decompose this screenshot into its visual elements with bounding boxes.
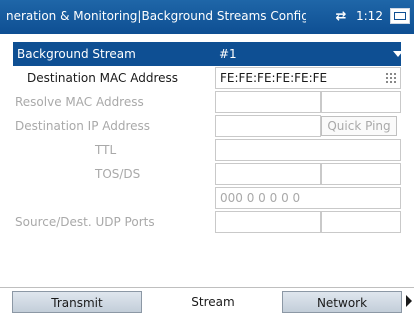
resolve-mac-extra[interactable] bbox=[321, 91, 401, 113]
row-resolve-mac: Resolve MAC Address bbox=[13, 90, 413, 114]
destination-mac-label: Destination MAC Address bbox=[27, 71, 179, 85]
window-title: neration & Monitoring|Background Streams… bbox=[6, 9, 306, 23]
tab-transmit[interactable]: Transmit bbox=[12, 291, 142, 313]
ttl-label: TTL bbox=[95, 143, 117, 157]
destination-ip-label: Destination IP Address bbox=[15, 119, 151, 133]
tab-network[interactable]: Network bbox=[282, 291, 402, 313]
background-stream-value: #1 bbox=[219, 47, 237, 61]
tos-ds-extra[interactable] bbox=[321, 163, 401, 185]
resolve-mac-label: Resolve MAC Address bbox=[15, 95, 144, 109]
destination-mac-field[interactable]: FE:FE:FE:FE:FE:FE bbox=[215, 67, 401, 89]
row-destination-ip: Destination IP Address Quick Ping bbox=[13, 114, 413, 138]
screen-icon[interactable] bbox=[390, 8, 410, 24]
clock: 1:12 bbox=[356, 9, 383, 23]
tab-stream[interactable]: Stream bbox=[150, 291, 276, 313]
ttl-field[interactable] bbox=[215, 139, 401, 161]
tab-bar: Transmit Stream Network bbox=[0, 287, 414, 315]
background-stream-selector[interactable]: Background Stream #1 bbox=[13, 42, 403, 66]
tos-bits-field[interactable]: 000 0 0 0 0 0 bbox=[215, 187, 401, 209]
resolve-mac-field[interactable] bbox=[215, 91, 321, 113]
background-stream-label: Background Stream bbox=[17, 47, 136, 61]
destination-ip-field[interactable] bbox=[215, 115, 321, 137]
tos-ds-label: TOS/DS bbox=[95, 167, 141, 181]
row-tos-ds: TOS/DS bbox=[13, 162, 413, 186]
row-udp-ports: Source/Dest. UDP Ports bbox=[13, 210, 413, 234]
tos-bits-value: 000 0 0 0 0 0 bbox=[220, 191, 301, 205]
tab-scroll-right-icon[interactable] bbox=[406, 295, 412, 307]
udp-ports-label: Source/Dest. UDP Ports bbox=[15, 215, 155, 229]
row-ttl: TTL bbox=[13, 138, 413, 162]
dropdown-arrow-icon bbox=[393, 51, 403, 57]
source-udp-port-field[interactable] bbox=[215, 211, 321, 233]
row-tos-bits: 000 0 0 0 0 0 bbox=[13, 186, 413, 210]
title-bar: neration & Monitoring|Background Streams… bbox=[0, 0, 414, 34]
keypad-icon[interactable] bbox=[386, 73, 396, 83]
tos-ds-field[interactable] bbox=[215, 163, 321, 185]
dest-udp-port-field[interactable] bbox=[321, 211, 401, 233]
destination-mac-value: FE:FE:FE:FE:FE:FE bbox=[220, 71, 328, 85]
tab-bar-divider bbox=[0, 287, 414, 288]
quick-ping-button[interactable]: Quick Ping bbox=[321, 116, 397, 136]
sync-arrows-icon[interactable]: ⇄ bbox=[332, 10, 350, 24]
row-destination-mac: Destination MAC Address FE:FE:FE:FE:FE:F… bbox=[13, 66, 413, 90]
